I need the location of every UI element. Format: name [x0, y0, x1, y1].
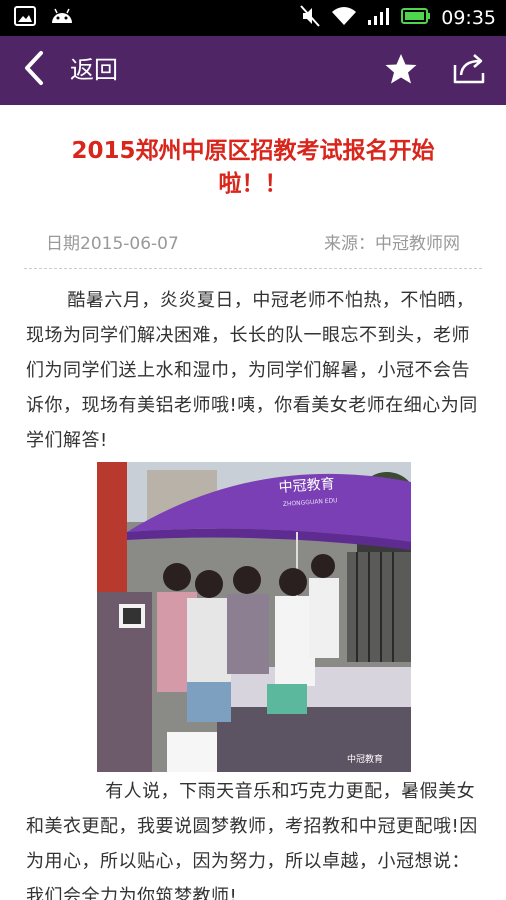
- photo-watermark: 中冠教育: [347, 753, 383, 765]
- wifi-icon: [331, 5, 357, 31]
- article: 2015郑州中原区招教考试报名开始啦！！ 日期2015-06-07 来源：中冠教…: [0, 105, 506, 900]
- back-label[interactable]: 返回: [70, 53, 118, 87]
- favorite-button[interactable]: [380, 50, 422, 92]
- article-title: 2015郑州中原区招教考试报名开始啦！！: [71, 138, 435, 197]
- article-date: 日期2015-06-07: [46, 234, 179, 254]
- battery-icon: [401, 7, 431, 29]
- star-icon: [384, 52, 418, 90]
- android-icon: [50, 7, 74, 29]
- signal-icon: [367, 6, 391, 30]
- article-source: 来源：中冠教师网: [324, 234, 460, 254]
- status-bar: 09:35: [0, 0, 506, 36]
- article-paragraph-2: 有人说，下雨天音乐和巧克力更配，暑假美女和美衣更配，我要说圆梦教师，考招教和中冠…: [26, 781, 478, 900]
- app-bar: 返回: [0, 36, 506, 105]
- mute-icon: [299, 4, 321, 32]
- article-photo[interactable]: 中冠教育 ZHONGGUAN EDU 中冠教育: [97, 462, 411, 772]
- article-meta: 日期2015-06-07 来源：中冠教师网: [24, 219, 482, 269]
- back-arrow-icon: [23, 50, 45, 90]
- article-paragraph-1: 酷暑六月，炎炎夏日，中冠老师不怕热，不怕晒，现场为同学们解决困难，长长的队一眼忘…: [26, 290, 478, 451]
- status-time: 09:35: [441, 7, 496, 29]
- status-right: 09:35: [299, 4, 496, 32]
- status-left: [14, 6, 74, 30]
- share-button[interactable]: [448, 50, 492, 92]
- back-button[interactable]: [14, 48, 54, 92]
- image-icon: [14, 6, 36, 30]
- share-icon: [452, 53, 488, 89]
